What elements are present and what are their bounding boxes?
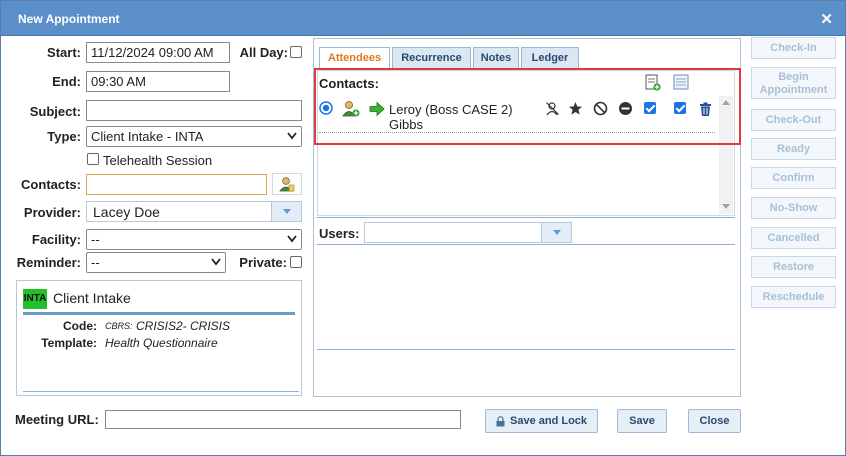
contacts-scrollbar[interactable] bbox=[719, 96, 733, 214]
ready-button[interactable]: Ready bbox=[751, 138, 836, 160]
contact-person-add-icon bbox=[342, 101, 360, 117]
primary-contact-radio[interactable] bbox=[319, 101, 333, 115]
begin-appointment-button[interactable]: Begin Appointment bbox=[751, 67, 836, 99]
cancelled-button[interactable]: Cancelled bbox=[751, 227, 836, 249]
telehealth-label: Telehealth Session bbox=[103, 153, 213, 168]
close-icon[interactable]: ✕ bbox=[820, 10, 833, 28]
scroll-up-icon[interactable] bbox=[722, 100, 730, 105]
end-label: End: bbox=[52, 74, 81, 89]
minus-circle-icon[interactable] bbox=[618, 101, 633, 116]
reminder-select[interactable]: -- bbox=[86, 252, 226, 273]
contacts-header: Contacts: bbox=[319, 76, 379, 91]
template-value: Health Questionnaire bbox=[105, 336, 218, 350]
contact-lookup-button[interactable] bbox=[272, 173, 302, 195]
contact-name-line2: Gibbs bbox=[389, 117, 423, 132]
list-view-icon[interactable] bbox=[673, 74, 689, 90]
type-label: Type: bbox=[47, 129, 81, 144]
all-day-checkbox[interactable] bbox=[290, 46, 302, 58]
save-and-lock-label: Save and Lock bbox=[510, 415, 588, 427]
tab-attendees[interactable]: Attendees bbox=[319, 47, 390, 70]
users-combobox[interactable] bbox=[364, 222, 572, 243]
tab-recurrence[interactable]: Recurrence bbox=[392, 47, 471, 69]
trash-icon[interactable] bbox=[699, 102, 712, 117]
chevron-down-icon bbox=[287, 235, 297, 243]
private-checkbox[interactable] bbox=[290, 256, 302, 268]
save-button[interactable]: Save bbox=[617, 409, 667, 433]
reschedule-button[interactable]: Reschedule bbox=[751, 286, 836, 308]
reminder-label: Reminder: bbox=[16, 255, 81, 270]
users-list-bottom bbox=[317, 349, 735, 350]
title-bar: New Appointment ✕ bbox=[1, 1, 845, 36]
code-prefix: CBRS: bbox=[105, 321, 133, 331]
tab-notes[interactable]: Notes bbox=[473, 47, 519, 69]
code-label: Code: bbox=[63, 319, 97, 333]
new-appointment-dialog: New Appointment ✕ Start: 11/12/2024 09:0… bbox=[0, 0, 846, 456]
provider-label: Provider: bbox=[23, 205, 81, 220]
window-title: New Appointment bbox=[18, 12, 120, 26]
users-dropdown-button[interactable] bbox=[541, 223, 571, 242]
type-badge: INTA bbox=[23, 289, 47, 309]
users-divider bbox=[317, 244, 735, 245]
type-info-panel: INTA Client Intake Code: CBRS: CRISIS2- … bbox=[16, 280, 302, 396]
no-user-icon[interactable] bbox=[545, 101, 560, 116]
contact-checkbox-2[interactable] bbox=[674, 102, 686, 114]
subject-label: Subject: bbox=[29, 104, 81, 119]
contact-person-icon bbox=[279, 177, 295, 192]
end-input[interactable]: 09:30 AM bbox=[86, 71, 230, 92]
arrow-right-icon[interactable] bbox=[369, 101, 385, 117]
save-and-lock-button[interactable]: Save and Lock bbox=[485, 409, 598, 433]
type-divider bbox=[23, 312, 295, 315]
contact-name-line1: Leroy (Boss CASE 2) bbox=[389, 102, 513, 117]
star-icon[interactable] bbox=[568, 101, 583, 116]
template-label: Template: bbox=[41, 336, 97, 350]
restore-button[interactable]: Restore bbox=[751, 256, 836, 278]
provider-combobox[interactable]: Lacey Doe bbox=[86, 201, 302, 222]
provider-dropdown-button[interactable] bbox=[271, 202, 301, 221]
close-button[interactable]: Close bbox=[688, 409, 741, 433]
contact-row-separator bbox=[319, 132, 715, 133]
start-label: Start: bbox=[47, 45, 81, 60]
scroll-down-icon[interactable] bbox=[722, 204, 730, 209]
contact-checkbox-1[interactable] bbox=[644, 102, 656, 114]
meeting-url-label: Meeting URL: bbox=[15, 412, 99, 427]
type-select[interactable]: Client Intake - INTA bbox=[86, 126, 302, 147]
chevron-down-icon bbox=[287, 132, 297, 140]
contacts-label: Contacts: bbox=[21, 177, 81, 192]
facility-label: Facility: bbox=[31, 232, 81, 247]
check-in-button[interactable]: Check-In bbox=[751, 37, 836, 59]
subject-input[interactable] bbox=[86, 100, 302, 121]
lock-icon bbox=[496, 416, 505, 427]
all-day-label: All Day: bbox=[239, 45, 288, 60]
type-select-value: Client Intake - INTA bbox=[91, 129, 204, 144]
add-contact-icon[interactable] bbox=[645, 74, 661, 91]
contacts-input[interactable] bbox=[86, 174, 267, 195]
check-out-button[interactable]: Check-Out bbox=[751, 109, 836, 131]
users-label: Users: bbox=[319, 226, 360, 241]
start-input[interactable]: 11/12/2024 09:00 AM bbox=[86, 42, 230, 63]
users-divider-top bbox=[317, 217, 735, 218]
panel-bottom-divider bbox=[23, 391, 299, 392]
code-value: CRISIS2- CRISIS bbox=[136, 319, 231, 333]
tab-ledger[interactable]: Ledger bbox=[521, 47, 579, 69]
meeting-url-input[interactable] bbox=[105, 410, 461, 429]
provider-value: Lacey Doe bbox=[93, 204, 160, 220]
facility-select[interactable]: -- bbox=[86, 229, 302, 250]
facility-select-value: -- bbox=[91, 232, 100, 247]
private-label: Private: bbox=[239, 255, 287, 270]
reminder-select-value: -- bbox=[91, 255, 100, 270]
confirm-button[interactable]: Confirm bbox=[751, 167, 836, 189]
ban-icon[interactable] bbox=[593, 101, 608, 116]
telehealth-checkbox[interactable] bbox=[87, 153, 99, 165]
contacts-list bbox=[317, 70, 735, 216]
chevron-down-icon bbox=[211, 258, 221, 266]
no-show-button[interactable]: No-Show bbox=[751, 197, 836, 219]
type-name: Client Intake bbox=[53, 290, 131, 306]
